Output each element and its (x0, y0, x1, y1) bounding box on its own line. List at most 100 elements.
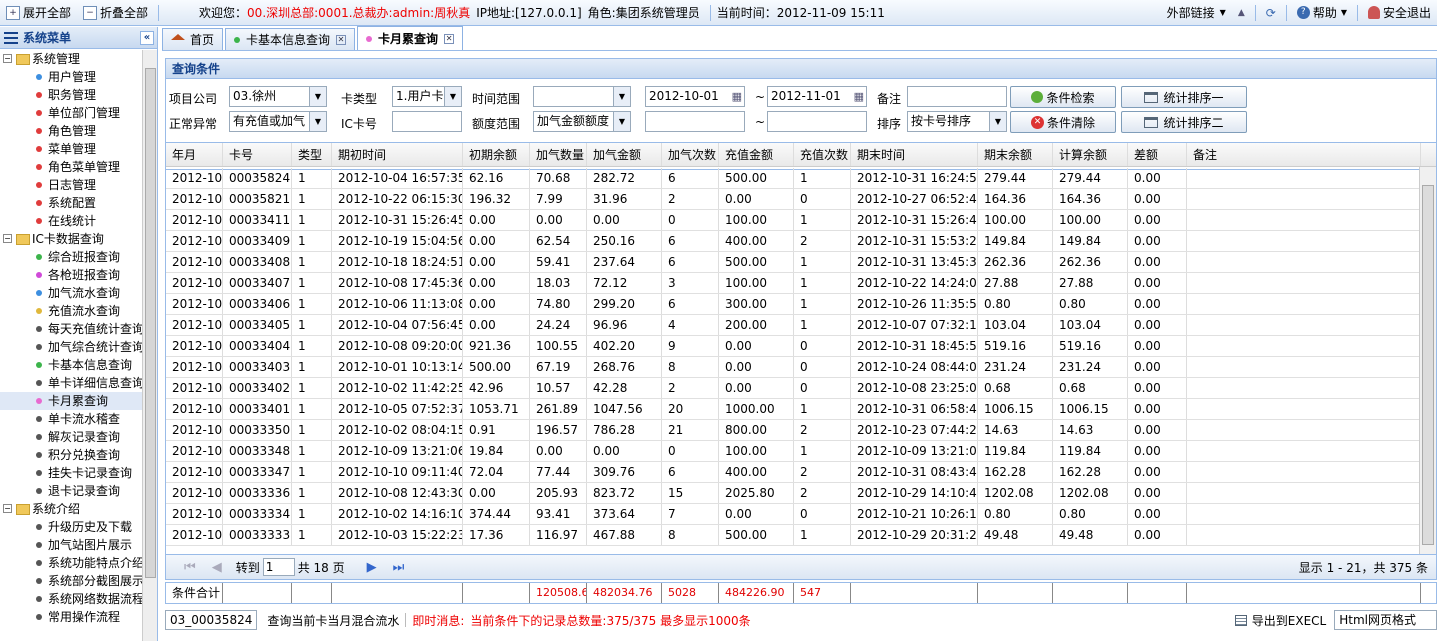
table-row[interactable]: 2012-10 00033347 1 2012-10-10 09:11:40 72.04… (166, 462, 1421, 483)
table-row[interactable]: 2012-10 00033409 1 2012-10-19 15:04:56 0.00 6… (166, 231, 1421, 252)
quota-select[interactable]: 加气金额额度 (533, 111, 631, 132)
table-row[interactable]: 2012-10 00033411 1 2012-10-31 15:26:45 0.00 0… (166, 210, 1421, 231)
column-header[interactable]: 期末余额 (978, 143, 1053, 166)
last-page-icon[interactable]: ⏭ (393, 560, 405, 575)
menu-item[interactable]: 加气站图片展示 (0, 536, 142, 554)
quota-from-input[interactable] (645, 111, 745, 132)
column-header[interactable]: 加气次数 (662, 143, 719, 166)
sort-two-button[interactable]: 统计排序二 (1121, 111, 1247, 133)
current-card-field[interactable]: 03_00035824 (165, 610, 258, 630)
menu-item[interactable]: 积分兑换查询 (0, 446, 142, 464)
company-select[interactable]: 03.徐州 (229, 86, 327, 107)
column-header[interactable]: 充值次数 (794, 143, 851, 166)
tab-card-basic-info[interactable]: 卡基本信息查询 ✕ (225, 28, 356, 50)
table-row[interactable]: 2012-10 00033407 1 2012-10-08 17:45:36 0.00 1… (166, 273, 1421, 294)
menu-item[interactable]: 菜单管理 (0, 140, 142, 158)
menu-item[interactable]: 角色菜单管理 (0, 158, 142, 176)
quota-to-input[interactable] (767, 111, 867, 132)
table-row[interactable]: 2012-10 00033403 1 2012-10-01 10:13:14 500.0… (166, 357, 1421, 378)
column-header[interactable]: 加气数量 (530, 143, 587, 166)
menu-item[interactable]: 挂失卡记录查询 (0, 464, 142, 482)
column-header[interactable]: 初期余额 (463, 143, 530, 166)
menu-group-0[interactable]: − 系统管理 (0, 50, 142, 68)
close-icon[interactable]: ✕ (336, 34, 347, 45)
menu-item[interactable]: 综合班报查询 (0, 248, 142, 266)
table-row[interactable]: 2012-10 00033406 1 2012-10-06 11:13:08 0.00 7… (166, 294, 1421, 315)
menu-item[interactable]: 单卡详细信息查询 (0, 374, 142, 392)
status-select[interactable]: 有充值或加气 (229, 111, 327, 132)
format-select[interactable]: Html网页格式 (1334, 610, 1437, 630)
menu-item[interactable]: 用户管理 (0, 68, 142, 86)
time-range-select[interactable] (533, 86, 631, 107)
table-row[interactable]: 2012-10 00035824 1 2012-10-04 16:57:35 62.16… (166, 168, 1421, 189)
menu-item[interactable]: 日志管理 (0, 176, 142, 194)
collapse-all-button[interactable]: − 折叠全部 (77, 0, 154, 26)
sidebar-scrollbar[interactable] (142, 50, 157, 641)
collapse-header-button[interactable]: ▲ (1232, 0, 1251, 26)
menu-item[interactable]: 角色管理 (0, 122, 142, 140)
collapse-toggle-icon[interactable]: − (3, 234, 12, 243)
menu-item[interactable]: 解灰记录查询 (0, 428, 142, 446)
column-header[interactable]: 加气金额 (587, 143, 662, 166)
column-header[interactable]: 类型 (292, 143, 332, 166)
help-button[interactable]: ? 帮助 ▼ (1291, 0, 1353, 26)
menu-item[interactable]: 职务管理 (0, 86, 142, 104)
grid-scrollbar[interactable] (1419, 167, 1436, 579)
table-row[interactable]: 2012-10 00033336 1 2012-10-08 12:43:30 0.00 2… (166, 483, 1421, 504)
scrollbar-thumb[interactable] (145, 68, 156, 578)
column-header[interactable]: 差额 (1128, 143, 1187, 166)
column-header[interactable]: 期末时间 (851, 143, 978, 166)
table-row[interactable]: 2012-10 00033408 1 2012-10-18 18:24:51 0.00 5… (166, 252, 1421, 273)
first-page-icon[interactable]: ⏮ (184, 560, 196, 575)
table-row[interactable]: 2012-10 00033333 1 2012-10-03 15:22:23 17.36… (166, 525, 1421, 546)
table-row[interactable]: 2012-10 00033334 1 2012-10-02 14:16:10 374.4… (166, 504, 1421, 525)
table-row[interactable]: 2012-10 00033401 1 2012-10-05 07:52:37 1053.… (166, 399, 1421, 420)
next-page-icon[interactable]: ▶ (367, 560, 377, 575)
menu-group-1[interactable]: − IC卡数据查询 (0, 230, 142, 248)
sort-select[interactable]: 按卡号排序 (907, 111, 1007, 132)
table-row[interactable]: 2012-10 00033405 1 2012-10-04 07:56:45 0.00 2… (166, 315, 1421, 336)
collapse-toggle-icon[interactable]: − (3, 504, 12, 513)
tab-home[interactable]: 首页 (162, 28, 224, 50)
column-header[interactable]: 期初时间 (332, 143, 463, 166)
search-button[interactable]: 条件检索 (1010, 86, 1116, 108)
menu-item[interactable]: 单位部门管理 (0, 104, 142, 122)
table-row[interactable]: 2012-10 00033348 1 2012-10-09 13:21:06 19.84… (166, 441, 1421, 462)
menu-item[interactable]: 升级历史及下载 (0, 518, 142, 536)
column-header[interactable]: 卡号 (223, 143, 292, 166)
menu-item[interactable]: 在线统计 (0, 212, 142, 230)
menu-item[interactable]: 系统部分截图展示 (0, 572, 142, 590)
menu-item[interactable]: 加气流水查询 (0, 284, 142, 302)
export-button[interactable]: 导出到EXECL (1234, 612, 1326, 629)
date-from-input[interactable]: 2012-10-01 (645, 86, 745, 107)
card-type-select[interactable]: 1.用户卡 (392, 86, 462, 107)
menu-item[interactable]: 卡月累查询 (0, 392, 142, 410)
menu-item[interactable]: 加气综合统计查询 (0, 338, 142, 356)
remark-input[interactable] (907, 86, 1007, 107)
column-header[interactable]: 备注 (1187, 143, 1421, 166)
table-row[interactable]: 2012-10 00035821 1 2012-10-22 06:15:30 196.3… (166, 189, 1421, 210)
scrollbar-thumb[interactable] (1422, 185, 1434, 545)
prev-page-icon[interactable]: ◀ (212, 560, 222, 575)
table-row[interactable]: 2012-10 00033402 1 2012-10-02 11:42:25 42.96… (166, 378, 1421, 399)
menu-item[interactable]: 系统网络数据流程 (0, 590, 142, 608)
tab-card-monthly[interactable]: 卡月累查询 ✕ (357, 26, 464, 50)
close-icon[interactable]: ✕ (444, 33, 455, 44)
menu-item[interactable]: 充值流水查询 (0, 302, 142, 320)
menu-item[interactable]: 常用操作流程 (0, 608, 142, 626)
date-to-input[interactable]: 2012-11-01 (767, 86, 867, 107)
menu-item[interactable]: 卡基本信息查询 (0, 356, 142, 374)
expand-all-button[interactable]: + 展开全部 (0, 0, 77, 26)
table-row[interactable]: 2012-10 00033350 1 2012-10-02 08:04:15 0.91 1… (166, 420, 1421, 441)
sort-one-button[interactable]: 统计排序一 (1121, 86, 1247, 108)
card-no-input[interactable] (392, 111, 462, 132)
menu-group-2[interactable]: − 系统介绍 (0, 500, 142, 518)
column-header[interactable]: 充值金额 (719, 143, 794, 166)
menu-item[interactable]: 每天充值统计查询 (0, 320, 142, 338)
column-header[interactable]: 计算余额 (1053, 143, 1128, 166)
column-header[interactable]: 年月 (166, 143, 223, 166)
refresh-button[interactable]: ⟳ (1260, 0, 1282, 26)
menu-item[interactable]: 退卡记录查询 (0, 482, 142, 500)
page-input[interactable]: 1 (262, 558, 295, 576)
collapse-sidebar-icon[interactable]: « (140, 30, 154, 45)
